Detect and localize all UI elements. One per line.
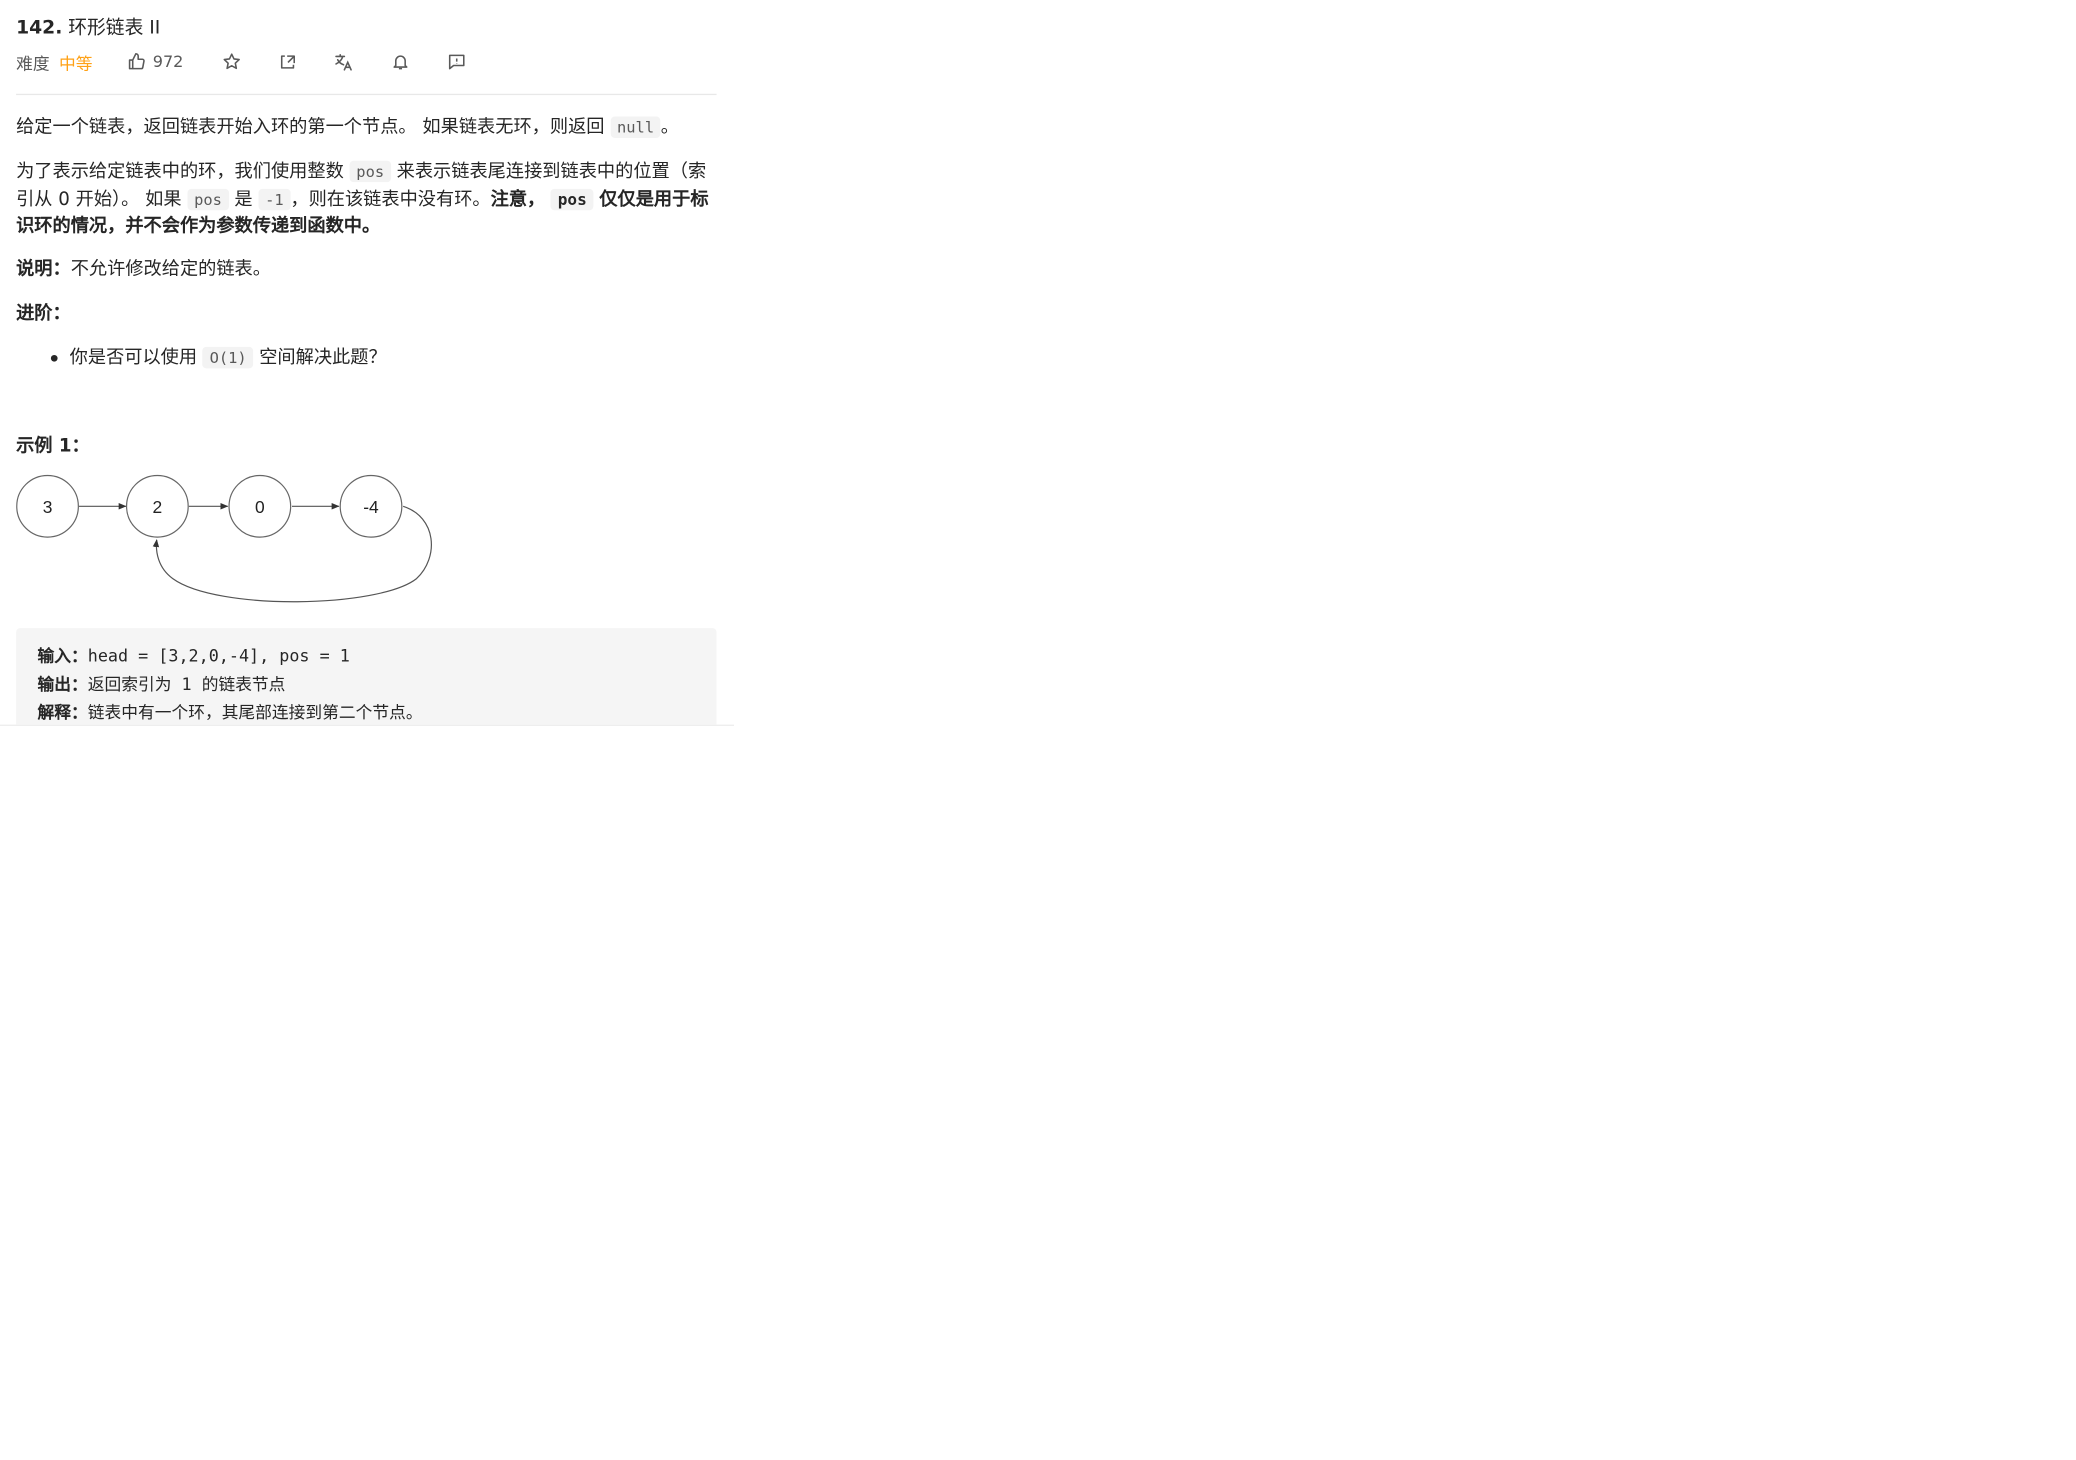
difficulty-label: 难度: [16, 52, 50, 73]
problem-number: 142.: [16, 17, 63, 39]
inline-code: pos: [349, 160, 391, 183]
p2-text: ，则在该链表中没有环。: [290, 188, 491, 210]
thumbs-up-icon: [126, 51, 147, 72]
difficulty-badge: 中等: [58, 52, 93, 73]
inline-code-bold: pos: [551, 188, 594, 210]
input-label: 输入：: [37, 645, 88, 666]
note-paragraph: 说明：不允许修改给定的链表。: [16, 256, 719, 283]
explain-label: 解释：: [37, 701, 88, 722]
problem-meta: 难度 中等 972: [16, 50, 467, 74]
viewport: 142. 环形链表 II 难度 中等 972 给定一个链表，返回链表开始入环的第: [0, 0, 2076, 1460]
example-heading: 示例 1：: [16, 433, 719, 460]
like-count: 972: [152, 52, 184, 71]
output-value: 返回索引为 1 的链表节点: [87, 673, 286, 694]
input-value: head = [3,2,0,-4], pos = 1: [87, 645, 350, 666]
note-label: 说明：: [16, 258, 71, 280]
node-value: 0: [255, 497, 265, 517]
p2-text: 是: [234, 188, 253, 210]
inline-code: pos: [187, 188, 229, 210]
like-button[interactable]: 972: [126, 51, 183, 72]
problem-title-text: 环形链表 II: [68, 17, 161, 39]
input-line: 输入：head = [3,2,0,-4], pos = 1: [38, 642, 350, 670]
node-value: 2: [153, 497, 163, 517]
feedback-icon[interactable]: [446, 51, 467, 72]
explain-value: 链表中有一个环，其尾部连接到第二个节点。: [87, 701, 423, 722]
node-value: 3: [43, 497, 53, 517]
advanced-heading: 进阶：: [16, 300, 719, 327]
bullet-text: 你是否可以使用: [69, 346, 198, 369]
p2-bold: 注意，: [490, 188, 546, 210]
linked-list-diagram: 3 2 0 -4: [16, 474, 432, 603]
output-label: 输出：: [37, 673, 88, 694]
description-paragraph-1: 给定一个链表，返回链表开始入环的第一个节点。 如果链表无环，则返回 null。: [16, 114, 719, 141]
p1-end: 。: [660, 116, 680, 138]
list-item: 你是否可以使用 O(1) 空间解决此题？: [50, 344, 387, 371]
bullet-text: 空间解决此题？: [259, 346, 387, 369]
advanced-label: 进阶：: [16, 302, 71, 325]
explain-line: 解释：链表中有一个环，其尾部连接到第二个节点。: [37, 698, 423, 725]
node-value: -4: [363, 497, 379, 517]
star-icon[interactable]: [221, 51, 242, 72]
problem-description: 142. 环形链表 II 难度 中等 972 给定一个链表，返回链表开始入环的第: [0, 0, 734, 726]
share-icon[interactable]: [277, 51, 298, 72]
example-heading-text: 示例 1：: [16, 435, 90, 457]
p1-text: 给定一个链表，返回链表开始入环的第一个节点。 如果链表无环，则返回: [16, 116, 605, 138]
p2-text: 为了表示给定链表中的环，我们使用整数: [16, 160, 344, 183]
inline-code: -1: [258, 188, 291, 210]
example-code-block: 输入：head = [3,2,0,-4], pos = 1 输出：返回索引为 1…: [16, 628, 717, 725]
problem-title: 142. 环形链表 II: [16, 13, 160, 40]
inline-code: null: [610, 116, 661, 138]
bell-icon[interactable]: [390, 51, 411, 72]
note-text: 不允许修改给定的链表。: [70, 258, 271, 280]
header-divider: [16, 93, 717, 96]
output-line: 输出：返回索引为 1 的链表节点: [38, 670, 286, 698]
problem-panel: 142. 环形链表 II 难度 中等 972 给定一个链表，返回链表开始入环的第: [0, 0, 2076, 1460]
inline-code: O(1): [202, 346, 254, 369]
translate-icon[interactable]: [333, 51, 354, 72]
description-paragraph-2: 为了表示给定链表中的环，我们使用整数 pos 来表示链表尾连接到链表中的位置（索…: [16, 158, 719, 240]
